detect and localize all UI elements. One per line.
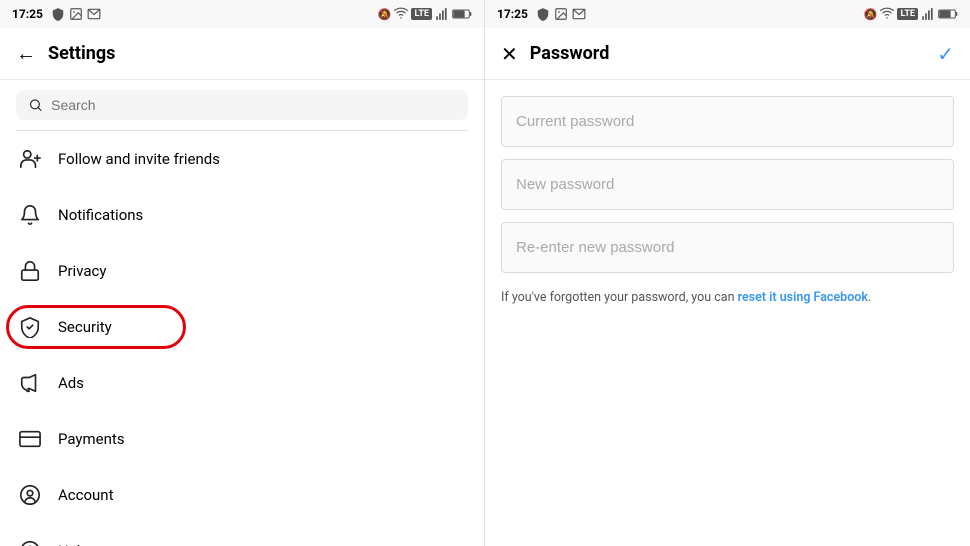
network-badge-right: LTE xyxy=(897,8,918,20)
help-icon-svg xyxy=(19,540,41,546)
menu-item-notifications[interactable]: Notifications xyxy=(0,187,484,243)
lock-icon xyxy=(16,257,44,285)
status-right-right: 🔕 LTE xyxy=(864,7,958,21)
shield-status-icon xyxy=(51,7,65,21)
person-plus-icon xyxy=(16,145,44,173)
search-box[interactable] xyxy=(16,90,468,120)
confirm-check-button[interactable]: ✓ xyxy=(937,42,954,66)
help-icon xyxy=(16,537,44,546)
new-password-input[interactable] xyxy=(501,159,954,210)
status-bar-left: 17:25 🔕 LTE xyxy=(0,0,484,28)
follow-icon-svg xyxy=(19,148,41,170)
image-status-icon xyxy=(69,7,83,21)
settings-header: ← Settings xyxy=(0,28,484,80)
menu-item-help[interactable]: Help xyxy=(0,523,484,546)
ads-label: Ads xyxy=(58,374,84,392)
megaphone-icon xyxy=(16,369,44,397)
help-label: Help xyxy=(58,542,89,546)
mute-icon-left: 🔕 xyxy=(378,8,392,21)
password-title: Password xyxy=(530,43,610,64)
password-panel: 17:25 🔕 LTE ✕ Password ✓ If you've forgo… xyxy=(485,0,970,546)
status-time-left: 17:25 xyxy=(12,7,43,21)
reset-text-before: If you've forgotten your password, you c… xyxy=(501,290,738,305)
menu-list: Follow and invite friends Notifications … xyxy=(0,131,484,546)
signal-icon-right xyxy=(921,7,935,21)
menu-item-privacy[interactable]: Privacy xyxy=(0,243,484,299)
reset-facebook-link[interactable]: reset it using Facebook xyxy=(738,290,868,305)
reenter-password-input[interactable] xyxy=(501,222,954,273)
search-input[interactable] xyxy=(51,97,456,113)
current-password-input[interactable] xyxy=(501,96,954,147)
circle-user-icon xyxy=(16,481,44,509)
security-label: Security xyxy=(58,318,112,336)
reset-text-after: . xyxy=(868,290,871,305)
shield-status-icon-right xyxy=(536,7,550,21)
menu-item-payments[interactable]: Payments xyxy=(0,411,484,467)
lock-icon-svg xyxy=(19,260,41,282)
menu-item-account[interactable]: Account xyxy=(0,467,484,523)
credit-card-icon xyxy=(16,425,44,453)
menu-item-security[interactable]: Security xyxy=(0,299,484,355)
settings-panel: 17:25 🔕 LTE ← Settings xyxy=(0,0,485,546)
mail-status-icon xyxy=(87,7,101,21)
follow-label: Follow and invite friends xyxy=(58,150,220,168)
notifications-label: Notifications xyxy=(58,206,143,224)
battery-icon-right xyxy=(938,8,958,20)
bell-icon xyxy=(16,201,44,229)
status-bar-right: 17:25 🔕 LTE xyxy=(485,0,970,28)
settings-title: Settings xyxy=(48,43,115,64)
signal-icon-left xyxy=(435,7,449,21)
shield-icon-svg xyxy=(19,316,41,338)
reset-hint-text: If you've forgotten your password, you c… xyxy=(501,285,954,312)
search-container xyxy=(0,80,484,130)
credit-card-icon-svg xyxy=(19,428,41,450)
circle-user-icon-svg xyxy=(19,484,41,506)
status-right-left: 🔕 LTE xyxy=(378,7,472,21)
status-left: 17:25 xyxy=(12,7,101,21)
privacy-label: Privacy xyxy=(58,262,106,280)
account-label: Account xyxy=(58,486,114,504)
battery-icon-left xyxy=(452,8,472,20)
megaphone-icon-svg xyxy=(19,372,41,394)
menu-item-ads[interactable]: Ads xyxy=(0,355,484,411)
mute-icon-right: 🔕 xyxy=(864,8,878,21)
wifi-icon-left xyxy=(394,7,408,21)
search-icon xyxy=(28,97,43,113)
menu-item-follow[interactable]: Follow and invite friends xyxy=(0,131,484,187)
shield-icon xyxy=(16,313,44,341)
status-time-right: 17:25 xyxy=(497,7,528,21)
payments-label: Payments xyxy=(58,430,125,448)
back-button[interactable]: ← xyxy=(16,41,36,66)
password-header: ✕ Password ✓ xyxy=(485,28,970,80)
bell-icon-svg xyxy=(19,204,41,226)
mail-status-icon-right xyxy=(572,7,586,21)
image-status-icon-right xyxy=(554,7,568,21)
wifi-icon-right xyxy=(880,7,894,21)
close-button[interactable]: ✕ xyxy=(501,42,518,66)
password-form: If you've forgotten your password, you c… xyxy=(485,80,970,328)
network-badge-left: LTE xyxy=(411,8,432,20)
status-left-right: 17:25 xyxy=(497,7,586,21)
